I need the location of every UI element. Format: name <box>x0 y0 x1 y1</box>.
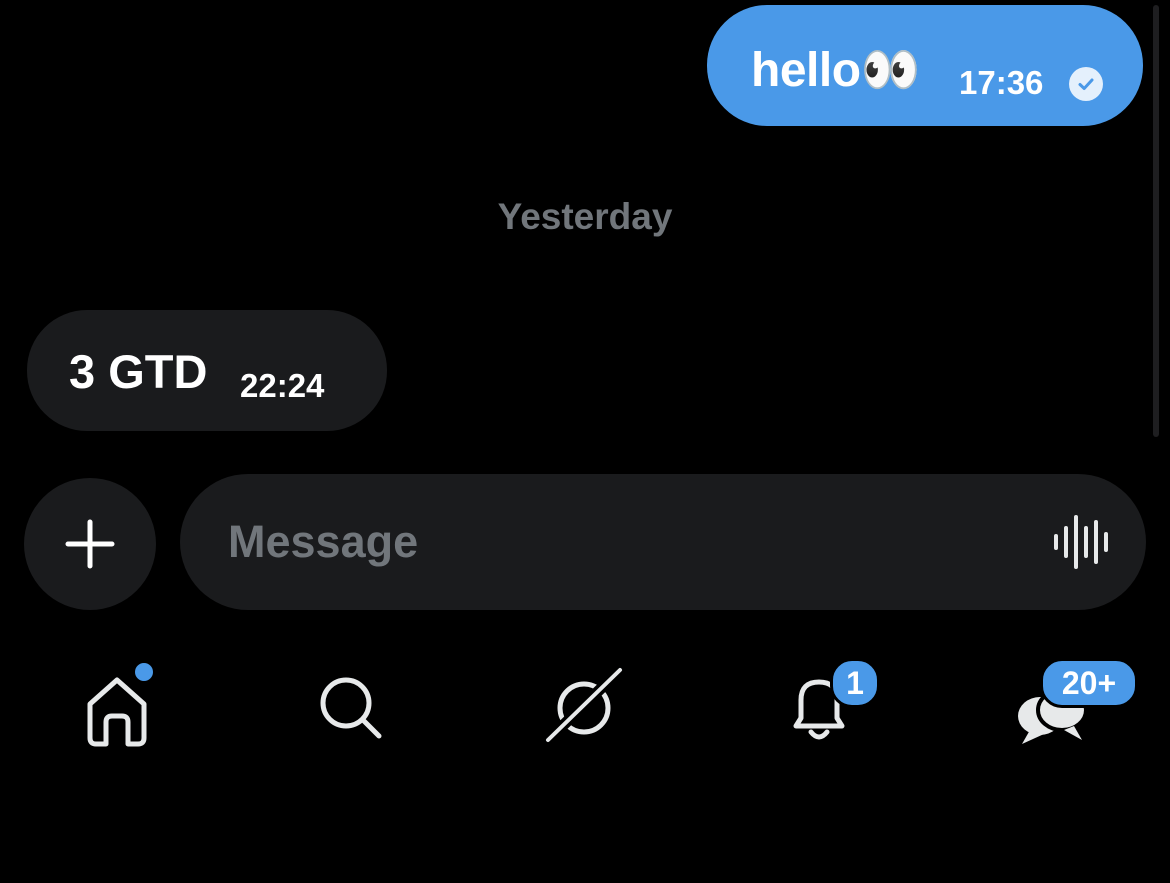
outgoing-message-bubble[interactable]: hello👀 17:36 <box>707 5 1143 126</box>
outgoing-message-text: hello👀 <box>751 44 920 97</box>
grok-icon <box>542 664 626 746</box>
search-icon <box>320 677 382 739</box>
date-separator: Yesterday <box>497 196 673 237</box>
add-attachment-button[interactable] <box>24 478 156 610</box>
nav-notifications[interactable]: 1 <box>774 658 880 750</box>
incoming-message-bubble[interactable]: 3 GTD 22:24 <box>27 310 387 431</box>
incoming-message-time: 22:24 <box>240 367 325 404</box>
message-input[interactable] <box>228 508 1028 576</box>
plus-icon <box>65 519 115 569</box>
waveform-icon <box>1054 515 1108 569</box>
bottom-navigation: 1 20+ <box>0 650 1170 760</box>
nav-search[interactable] <box>305 660 395 750</box>
nav-home[interactable] <box>72 660 162 750</box>
outgoing-message-time: 17:36 <box>959 64 1044 101</box>
incoming-message-text: 3 GTD <box>69 345 208 398</box>
message-composer[interactable] <box>180 474 1146 610</box>
home-notification-dot <box>132 660 156 684</box>
voice-message-button[interactable] <box>1050 514 1110 570</box>
nav-messages[interactable]: 20+ <box>1010 658 1138 750</box>
messages-badge: 20+ <box>1040 658 1138 708</box>
nav-grok[interactable] <box>540 660 630 750</box>
read-check-icon <box>1069 67 1103 101</box>
notifications-badge: 1 <box>830 658 880 708</box>
scrollbar[interactable] <box>1153 5 1159 437</box>
